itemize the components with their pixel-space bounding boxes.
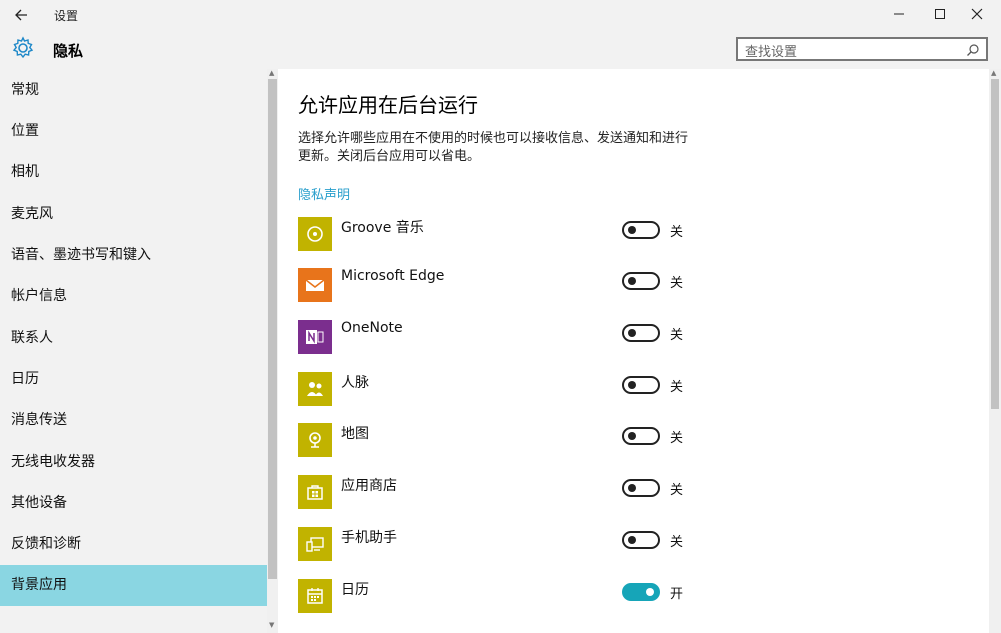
sidebar-item-general[interactable]: 常规	[0, 70, 267, 111]
toggle-state-label: 关	[670, 221, 683, 240]
search-icon[interactable]	[966, 42, 980, 56]
section-heading: 允许应用在后台运行	[298, 89, 478, 118]
app-name: 人脉	[341, 372, 369, 392]
toggle-knob	[628, 277, 636, 285]
sidebar-scrollbar[interactable]: ▲ ▼	[267, 69, 278, 633]
app-row: Microsoft Edge 关	[298, 268, 698, 304]
sidebar-item-background-apps[interactable]: 背景应用	[0, 565, 267, 606]
app-row: Groove 音乐 关	[298, 217, 698, 253]
toggle-knob	[628, 329, 636, 337]
app-name: 日历	[341, 579, 369, 599]
sidebar-item-contacts[interactable]: 联系人	[0, 318, 267, 359]
app-name: OneNote	[341, 320, 403, 336]
sidebar-item-calendar[interactable]: 日历	[0, 359, 267, 400]
phone-companion-icon	[298, 527, 332, 561]
app-name: Microsoft Edge	[341, 268, 444, 284]
app-row: 地图 关	[298, 423, 698, 459]
settings-header: 隐私 查找设置	[0, 30, 1001, 69]
toggle-knob	[628, 484, 636, 492]
toggle-knob	[646, 588, 654, 596]
sidebar-scroll-thumb[interactable]	[268, 79, 277, 579]
app-row: 手机助手 关	[298, 527, 698, 563]
privacy-statement-link[interactable]: 隐私声明	[298, 184, 350, 203]
minimize-button[interactable]	[881, 0, 917, 28]
toggle-state-label: 关	[670, 531, 683, 550]
page-title: 隐私	[53, 40, 83, 61]
app-row: OneNote 关	[298, 320, 698, 356]
people-icon	[298, 372, 332, 406]
onenote-icon	[298, 320, 332, 354]
calendar-icon	[298, 579, 332, 613]
toggle-state-label: 关	[670, 272, 683, 291]
main-scroll-thumb[interactable]	[991, 79, 999, 409]
app-name: Groove 音乐	[341, 217, 424, 237]
sidebar-item-account-info[interactable]: 帐户信息	[0, 276, 267, 317]
window-title: 设置	[54, 7, 78, 24]
search-input[interactable]: 查找设置	[736, 37, 988, 61]
toggle-state-label: 关	[670, 376, 683, 395]
scroll-up-icon[interactable]: ▲	[269, 69, 274, 77]
app-name: 地图	[341, 423, 369, 443]
background-toggle[interactable]	[622, 272, 660, 290]
back-arrow-icon[interactable]	[10, 5, 34, 25]
app-row: 应用商店 关	[298, 475, 698, 511]
sidebar: 常规 位置 相机 麦克风 语音、墨迹书写和键入 帐户信息 联系人 日历 消息传送…	[0, 69, 267, 633]
sidebar-item-messaging[interactable]: 消息传送	[0, 400, 267, 441]
background-toggle[interactable]	[622, 221, 660, 239]
toggle-knob	[628, 226, 636, 234]
sidebar-item-other-devices[interactable]: 其他设备	[0, 483, 267, 524]
sidebar-item-feedback[interactable]: 反馈和诊断	[0, 524, 267, 565]
groove-music-icon	[298, 217, 332, 251]
toggle-knob	[628, 432, 636, 440]
app-row: 日历 开	[298, 579, 698, 615]
toggle-state-label: 关	[670, 324, 683, 343]
sidebar-item-camera[interactable]: 相机	[0, 152, 267, 193]
sidebar-item-microphone[interactable]: 麦克风	[0, 194, 267, 235]
scroll-down-icon[interactable]: ▼	[269, 621, 274, 629]
edge-mail-icon	[298, 268, 332, 302]
main-content: 允许应用在后台运行 选择允许哪些应用在不使用的时候也可以接收信息、发送通知和进行…	[278, 69, 989, 633]
sidebar-item-radios[interactable]: 无线电收发器	[0, 442, 267, 483]
background-toggle[interactable]	[622, 531, 660, 549]
toggle-knob	[628, 381, 636, 389]
sidebar-item-location[interactable]: 位置	[0, 111, 267, 152]
app-name: 手机助手	[341, 527, 397, 547]
sidebar-item-speech-inking[interactable]: 语音、墨迹书写和键入	[0, 235, 267, 276]
maps-icon	[298, 423, 332, 457]
section-description: 选择允许哪些应用在不使用的时候也可以接收信息、发送通知和进行更新。关闭后台应用可…	[298, 130, 688, 166]
background-toggle[interactable]	[622, 583, 660, 601]
store-icon	[298, 475, 332, 509]
gear-icon	[11, 36, 35, 60]
scroll-up-icon[interactable]: ▲	[991, 69, 996, 77]
background-toggle[interactable]	[622, 427, 660, 445]
toggle-state-label: 关	[670, 427, 683, 446]
search-placeholder: 查找设置	[745, 41, 797, 60]
background-toggle[interactable]	[622, 376, 660, 394]
background-toggle[interactable]	[622, 324, 660, 342]
toggle-state-label: 开	[670, 583, 683, 602]
app-name: 应用商店	[341, 475, 397, 495]
maximize-button[interactable]	[922, 0, 958, 28]
main-scrollbar[interactable]: ▲	[989, 69, 1001, 633]
title-bar: 设置	[0, 0, 1001, 30]
toggle-knob	[628, 536, 636, 544]
close-button[interactable]	[959, 0, 995, 28]
background-toggle[interactable]	[622, 479, 660, 497]
toggle-state-label: 关	[670, 479, 683, 498]
app-row: 人脉 关	[298, 372, 698, 408]
